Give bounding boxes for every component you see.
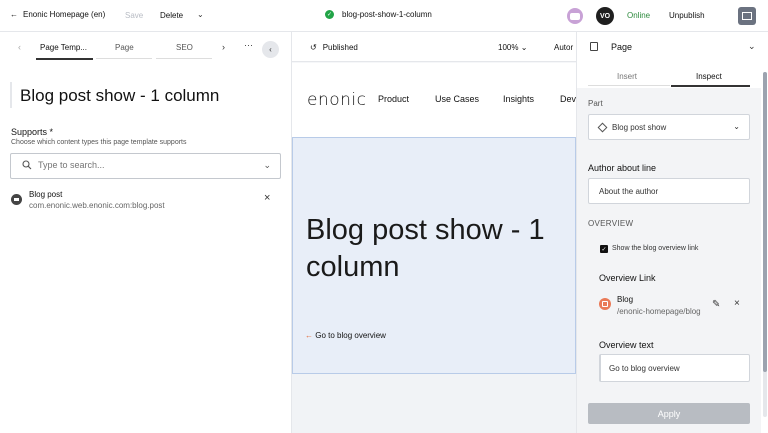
supports-label: Supports * — [11, 127, 54, 137]
content-type-id: com.enonic.web.enonic.com:blog.post — [29, 201, 165, 210]
close-icon[interactable]: × — [734, 298, 740, 309]
page-inspect-panel: Page ⌄ Insert Inspect Part Blog post sho… — [576, 32, 768, 433]
content-type-name: Blog post — [29, 190, 63, 199]
project-label: Enonic Homepage (en) — [23, 10, 106, 19]
chevron-down-icon[interactable]: ⌄ — [748, 41, 756, 52]
panel-header: Page ⌄ — [577, 32, 768, 62]
active-tab-indicator — [36, 58, 93, 60]
overview-heading: OVERVIEW — [588, 219, 634, 228]
remove-content-type-icon[interactable]: × — [264, 192, 270, 204]
nav-item-insights[interactable]: Insights — [503, 94, 534, 104]
chevron-left-icon[interactable]: ‹ — [18, 42, 21, 52]
content-icon — [599, 298, 611, 310]
overview-text-field[interactable]: Go to blog overview — [599, 354, 750, 382]
back-to-overview-link[interactable]: ← Go to blog overview — [305, 331, 386, 340]
link-path: /enonic-homepage/blog — [617, 307, 701, 316]
show-overview-checkbox[interactable]: ✓ — [600, 245, 608, 253]
publish-status-label: Published — [322, 43, 358, 52]
zoom-select[interactable]: 100% ⌄ — [498, 43, 527, 52]
author-field[interactable]: About the author — [588, 178, 750, 204]
wizard-panel: ‹ Page Temp... Page SEO › ··· ‹ Blog pos… — [0, 32, 292, 433]
wizard-tabs: ‹ Page Temp... Page SEO › ··· ‹ — [0, 32, 292, 62]
content-status: ✓ blog-post-show-1-column — [325, 10, 432, 19]
nav-item-dev[interactable]: Dev — [560, 94, 576, 104]
publish-status: ↺ Published — [310, 43, 358, 52]
tab-inspect[interactable]: Inspect — [696, 72, 722, 81]
online-status: Online — [627, 11, 651, 20]
top-toolbar: ← Enonic Homepage (en) Save Delete ⌄ ✓ b… — [0, 0, 768, 32]
delete-button[interactable]: Delete — [160, 11, 183, 20]
show-overview-label: Show the blog overview link — [612, 245, 699, 252]
live-preview: ↺ Published 100% ⌄ Autor enonic Product … — [292, 32, 576, 433]
toggle-panel-icon[interactable] — [738, 7, 756, 25]
search-icon — [22, 160, 32, 170]
collapse-panel-button[interactable]: ‹ — [262, 41, 279, 58]
back-to-project-link[interactable]: ← Enonic Homepage (en) — [10, 10, 105, 19]
nav-item-use-cases[interactable]: Use Cases — [435, 94, 479, 104]
chevron-down-icon: ⌄ — [733, 122, 740, 131]
hero-title: Blog post show - 1 column — [306, 214, 545, 283]
part-icon — [597, 122, 608, 133]
chevron-down-icon[interactable]: ⌄ — [197, 10, 204, 19]
overview-link-label: Overview Link — [599, 273, 656, 283]
author-label: Author about line — [588, 163, 657, 173]
tab-page-template[interactable]: Page Temp... — [40, 43, 87, 52]
active-tab-indicator — [671, 85, 750, 87]
selected-region[interactable]: Blog post show - 1 column ← Go to blog o… — [292, 137, 576, 374]
site-header: enonic Product Use Cases Insights Dev — [292, 63, 576, 137]
ai-assistant-icon[interactable] — [567, 8, 583, 24]
arrow-left-icon: ← — [10, 10, 18, 19]
chevron-down-icon[interactable]: ⌄ — [263, 160, 271, 171]
overview-text-label: Overview text — [599, 340, 654, 350]
tab-insert[interactable]: Insert — [617, 72, 637, 81]
pencil-icon[interactable]: ✎ — [712, 299, 720, 310]
part-select[interactable]: Blog post show ⌄ — [588, 114, 750, 140]
content-type-search[interactable]: ⌄ — [10, 153, 281, 179]
site-logo[interactable]: enonic — [307, 90, 366, 110]
link-name[interactable]: Blog — [617, 295, 633, 304]
apply-button[interactable]: Apply — [588, 403, 750, 424]
more-icon[interactable]: ··· — [244, 40, 253, 50]
part-label: Part — [588, 99, 603, 108]
preview-toolbar: ↺ Published 100% ⌄ Autor — [292, 32, 576, 62]
page-title[interactable]: Blog post show - 1 column — [20, 86, 219, 106]
nav-item-product[interactable]: Product — [378, 94, 409, 104]
auto-select[interactable]: Autor — [554, 43, 573, 52]
search-input[interactable] — [38, 160, 258, 170]
content-type-icon — [11, 194, 22, 205]
chevron-left-icon: ‹ — [269, 45, 272, 54]
tab-page[interactable]: Page — [115, 43, 134, 52]
content-path: blog-post-show-1-column — [342, 10, 432, 19]
panel-title: Page — [611, 42, 633, 52]
check-circle-icon: ✓ — [325, 10, 334, 19]
unpublish-button[interactable]: Unpublish — [669, 11, 705, 20]
arrow-left-icon: ← — [305, 331, 313, 340]
avatar[interactable]: VO — [596, 7, 614, 25]
history-icon: ↺ — [310, 43, 317, 52]
page-icon — [590, 42, 598, 51]
scrollbar[interactable] — [763, 72, 767, 417]
supports-description: Choose which content types this page tem… — [11, 139, 187, 146]
chevron-right-icon[interactable]: › — [222, 42, 225, 52]
save-button[interactable]: Save — [125, 11, 143, 20]
tab-seo[interactable]: SEO — [176, 43, 193, 52]
